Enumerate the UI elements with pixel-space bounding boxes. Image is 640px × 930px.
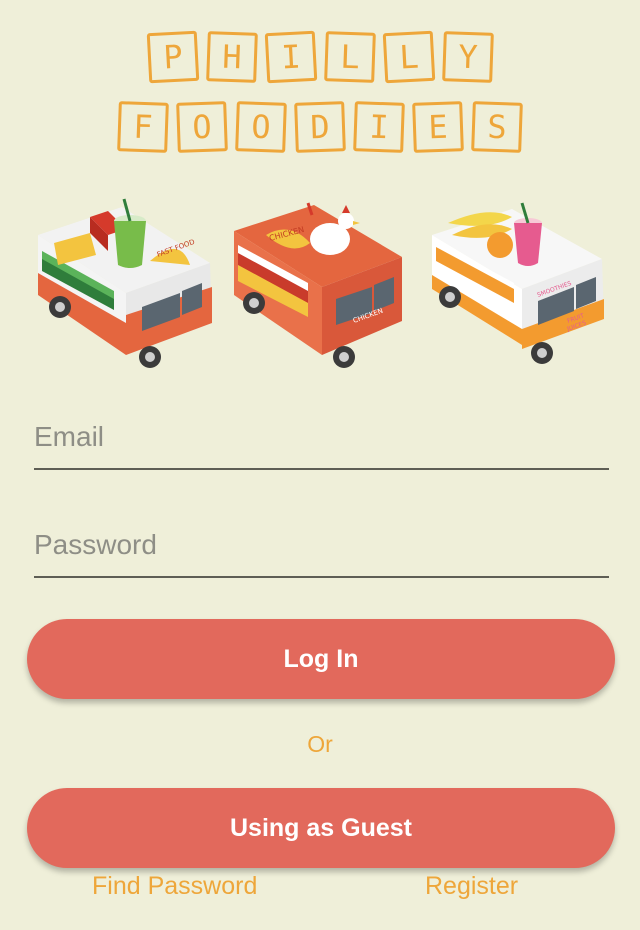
logo-letter-tile: I [264, 30, 317, 84]
login-button[interactable]: Log In [27, 619, 615, 699]
password-input[interactable] [34, 520, 609, 578]
email-input[interactable] [34, 412, 609, 470]
smoothie-truck-icon: SMOOTHIES FRUIT JUICES [432, 202, 604, 364]
logo-row-foodies: F O O D I E S [0, 101, 640, 153]
logo-letter-tile: S [471, 101, 523, 153]
logo-letter-tile: I [353, 101, 405, 153]
guest-button[interactable]: Using as Guest [27, 788, 615, 868]
find-password-link[interactable]: Find Password [92, 872, 257, 901]
food-truck-illustrations: FAST FOOD CHICKEN CHICKEN SMOOTHIES FRUI… [0, 195, 640, 380]
fast-food-truck-icon: FAST FOOD [38, 198, 212, 368]
password-field[interactable] [34, 520, 609, 578]
logo-letter-tile: E [412, 101, 464, 153]
logo-letter-tile: P [146, 30, 199, 84]
app-logo: P H I L L Y F O O D I E S [0, 0, 640, 170]
or-separator: Or [307, 731, 333, 757]
email-field[interactable] [34, 412, 609, 470]
logo-row-philly: P H I L L Y [0, 30, 640, 84]
logo-letter-tile: L [382, 30, 435, 84]
logo-letter-tile: F [117, 101, 169, 153]
logo-letter-tile: L [323, 31, 376, 83]
logo-letter-tile: O [176, 101, 228, 153]
logo-letter-tile: Y [441, 31, 494, 83]
logo-letter-tile: D [294, 101, 346, 153]
register-link[interactable]: Register [425, 872, 518, 901]
logo-letter-tile: H [205, 31, 258, 83]
logo-letter-tile: O [235, 101, 287, 153]
chicken-truck-icon: CHICKEN CHICKEN [234, 202, 402, 368]
